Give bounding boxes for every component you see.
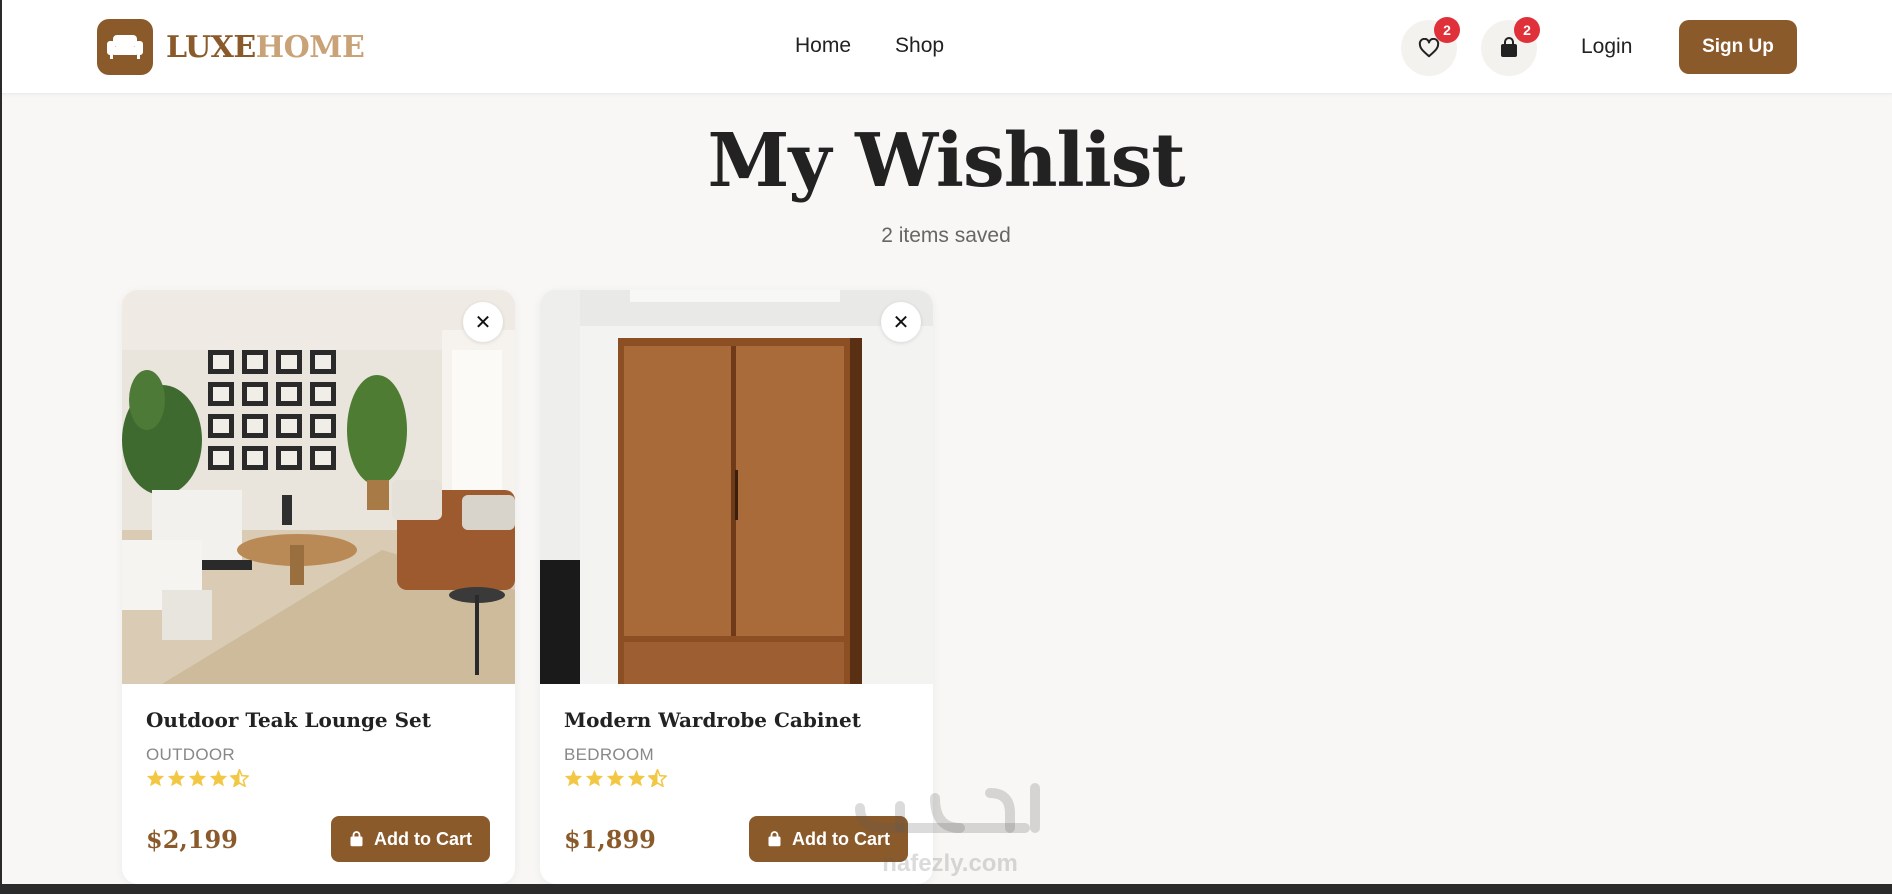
items-saved-count: 2 items saved <box>881 224 1011 247</box>
product-image-living-room[interactable] <box>122 290 515 684</box>
close-icon: ✕ <box>892 311 910 334</box>
brand-name-part2: HOME <box>255 29 365 65</box>
page-title: My Wishlist <box>707 118 1185 204</box>
sofa-icon <box>97 19 153 75</box>
cart-button[interactable]: 2 <box>1481 17 1540 76</box>
product-image-wardrobe[interactable] <box>540 290 933 684</box>
product-rating <box>564 769 667 787</box>
half-star-icon <box>648 769 667 787</box>
add-to-cart-label: Add to Cart <box>374 828 472 849</box>
star-icon <box>146 769 165 787</box>
product-category: BEDROOM <box>564 745 654 764</box>
brand-logo[interactable]: LUXEHOME <box>97 19 365 75</box>
brand-name: LUXEHOME <box>166 29 365 65</box>
half-star-icon <box>230 769 249 787</box>
product-name[interactable]: Outdoor Teak Lounge Set <box>146 708 431 732</box>
remove-from-wishlist-button[interactable]: ✕ <box>463 302 503 342</box>
window-border-bottom <box>0 884 1892 894</box>
site-header: LUXEHOME Home Shop 2 2 Login Sign Up <box>0 0 1892 94</box>
product-category: OUTDOOR <box>146 745 235 764</box>
star-icon <box>209 769 228 787</box>
product-price: $2,199 <box>146 825 238 854</box>
product-rating <box>146 769 249 787</box>
star-icon <box>564 769 583 787</box>
main-nav: Home Shop <box>795 34 944 58</box>
wishlist-count-badge: 2 <box>1434 17 1460 43</box>
close-icon: ✕ <box>474 311 492 334</box>
watermark-text: nafezly.com <box>882 850 1018 877</box>
signup-button[interactable]: Sign Up <box>1679 20 1797 74</box>
login-link[interactable]: Login <box>1581 35 1632 59</box>
star-icon <box>585 769 604 787</box>
remove-from-wishlist-button[interactable]: ✕ <box>881 302 921 342</box>
window-border-left <box>0 0 2 894</box>
heart-icon <box>1418 38 1440 58</box>
wishlist-card[interactable]: ✕ Outdoor Teak Lounge Set OUTDOOR $2,199… <box>122 290 515 884</box>
add-to-cart-button[interactable]: Add to Cart <box>331 816 490 862</box>
nav-home[interactable]: Home <box>795 34 851 58</box>
watermark-logo <box>840 768 1060 844</box>
wishlist-button[interactable]: 2 <box>1401 17 1460 76</box>
shopping-bag-icon <box>350 830 363 846</box>
cart-count-badge: 2 <box>1514 17 1540 43</box>
star-icon <box>188 769 207 787</box>
star-icon <box>627 769 646 787</box>
star-icon <box>167 769 186 787</box>
shopping-bag-icon <box>1501 37 1517 57</box>
nav-shop[interactable]: Shop <box>895 34 944 58</box>
product-name[interactable]: Modern Wardrobe Cabinet <box>564 708 861 732</box>
brand-name-part1: LUXE <box>166 29 256 65</box>
product-price: $1,899 <box>564 825 656 854</box>
shopping-bag-icon <box>768 830 781 846</box>
star-icon <box>606 769 625 787</box>
